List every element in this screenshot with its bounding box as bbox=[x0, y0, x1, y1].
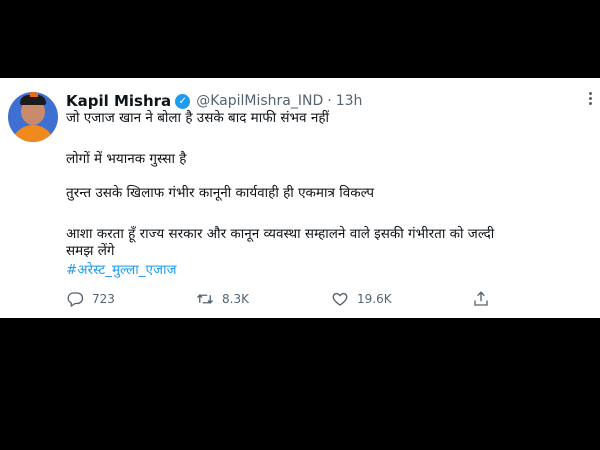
separator-dot: · bbox=[327, 93, 332, 109]
like-button[interactable]: 19.6K bbox=[331, 289, 392, 309]
verified-badge-icon: ✓ bbox=[175, 93, 191, 109]
avatar[interactable] bbox=[8, 92, 58, 142]
tweet-header: Kapil Mishra ✓ @KapilMishra_IND · 13h bbox=[66, 91, 362, 111]
share-button[interactable] bbox=[472, 289, 490, 309]
hashtag-link[interactable]: #अरेस्ट_मुल्ला_एजाज bbox=[66, 261, 581, 279]
tweet-text-line: जो एजाज खान ने बोला है उसके बाद माफी संभ… bbox=[66, 110, 329, 126]
retweet-button[interactable]: 8.3K bbox=[196, 289, 249, 309]
like-count: 19.6K bbox=[357, 292, 392, 306]
like-icon bbox=[332, 292, 348, 306]
more-options-icon[interactable] bbox=[582, 88, 598, 108]
tweet-text-line: लोगों में भयानक गुस्सा है bbox=[66, 151, 187, 167]
reply-button[interactable]: 723 bbox=[66, 289, 115, 309]
tweet-text-line: समझ लेंगे bbox=[66, 243, 115, 259]
reply-icon bbox=[67, 292, 84, 307]
tweet-text-line: आशा करता हूँ राज्य सरकार और कानून व्यवस्… bbox=[66, 226, 495, 242]
author-handle[interactable]: @KapilMishra_IND bbox=[196, 93, 323, 109]
tweet-timestamp[interactable]: 13h bbox=[336, 93, 363, 109]
retweet-icon bbox=[197, 294, 213, 304]
retweet-count: 8.3K bbox=[222, 292, 249, 306]
tweet-text-line: तुरन्त उसके खिलाफ गंभीर कानूनी कार्यवाही… bbox=[66, 185, 375, 201]
share-icon bbox=[474, 291, 488, 306]
tweet-card[interactable]: Kapil Mishra ✓ @KapilMishra_IND · 13h जो… bbox=[0, 78, 600, 318]
author-name[interactable]: Kapil Mishra bbox=[66, 92, 171, 110]
reply-count: 723 bbox=[92, 292, 115, 306]
